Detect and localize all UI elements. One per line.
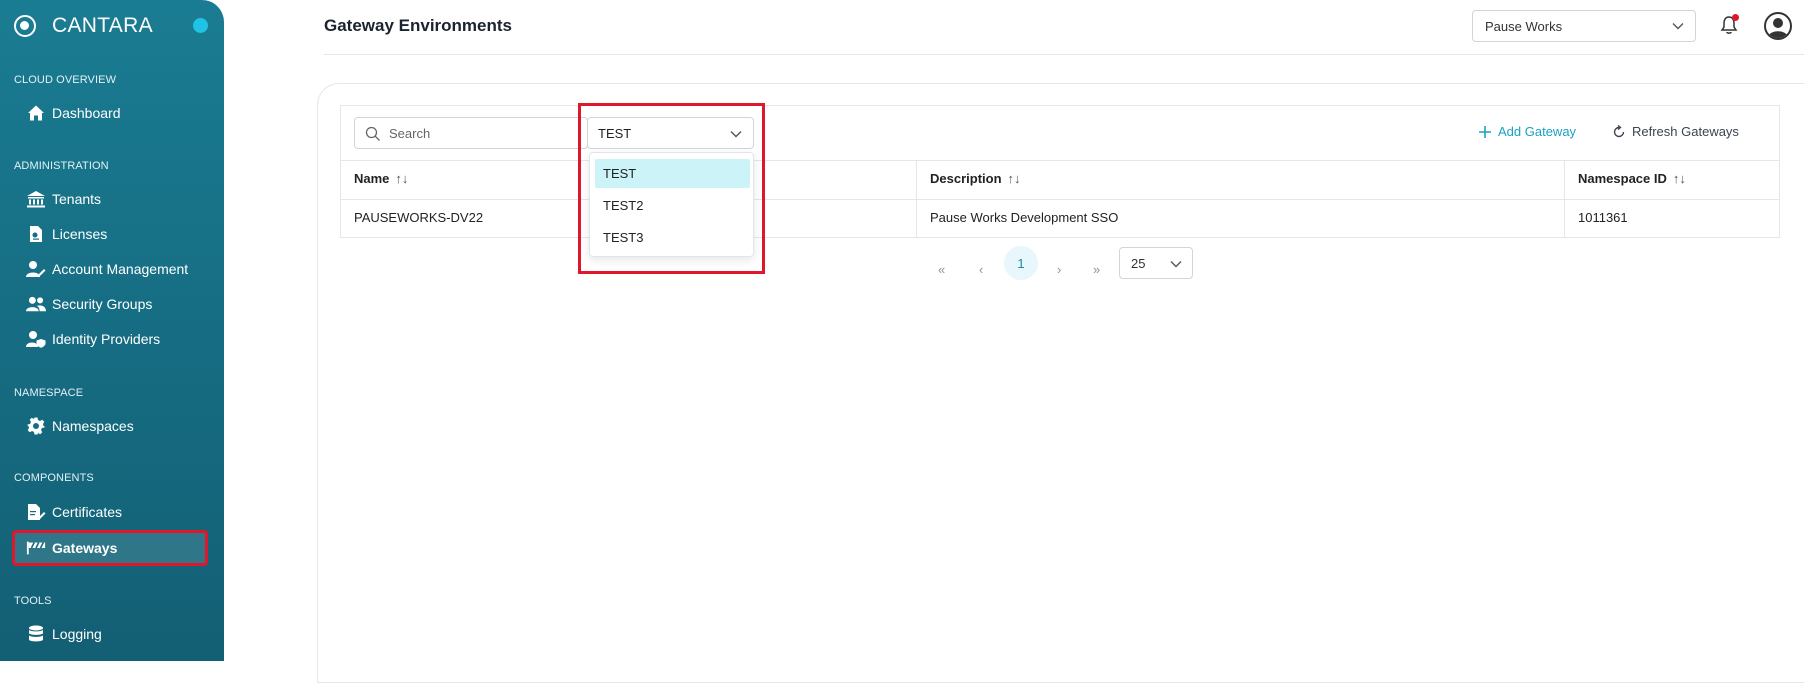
certificate-icon	[26, 502, 46, 522]
sidebar-item-label: Gateways	[52, 540, 118, 556]
sidebar-item-dashboard[interactable]: Dashboard	[14, 97, 206, 129]
last-page-button[interactable]: »	[1093, 262, 1100, 277]
sidebar-item-account-management[interactable]: Account Management	[14, 253, 206, 285]
section-title-tools: TOOLS	[14, 595, 52, 607]
section-title-administration: ADMINISTRATION	[14, 160, 109, 172]
column-header-name[interactable]: Name ↑↓	[354, 171, 408, 186]
home-icon	[26, 103, 46, 123]
rows-per-page-select[interactable]: 25	[1119, 247, 1193, 279]
license-icon	[26, 224, 46, 244]
brand-name: CANTARA	[52, 14, 153, 37]
sidebar-item-identity-providers[interactable]: Identity Providers	[14, 323, 206, 355]
sidebar-item-namespaces[interactable]: Namespaces	[14, 410, 206, 442]
user-shield-icon	[26, 329, 46, 349]
database-icon	[26, 624, 46, 644]
previous-page-button[interactable]: ‹	[979, 262, 983, 277]
header-row-divider	[340, 199, 1780, 200]
refresh-gateways-button[interactable]: Refresh Gateways	[1612, 124, 1739, 139]
sidebar-item-label: Licenses	[52, 226, 108, 242]
section-title-cloud-overview: CLOUD OVERVIEW	[14, 74, 117, 86]
page-title: Gateway Environments	[324, 16, 513, 35]
sidebar-item-gateways[interactable]: Gateways	[12, 530, 208, 566]
add-gateway-label: Add Gateway	[1498, 124, 1577, 139]
section-title-namespace: NAMESPACE	[14, 387, 84, 399]
brand[interactable]: CANTARA	[14, 12, 153, 40]
chevron-down-icon	[1169, 257, 1183, 274]
search-field[interactable]	[354, 117, 588, 149]
user-avatar-icon[interactable]	[1764, 12, 1792, 40]
refresh-icon	[1612, 124, 1626, 139]
notification-badge	[1732, 14, 1739, 21]
sidebar-item-label: Dashboard	[52, 105, 121, 121]
cell-description: Pause Works Development SSO	[930, 210, 1119, 225]
annotation-highlight-box	[578, 103, 765, 274]
sort-icon: ↑↓	[1672, 171, 1686, 186]
sidebar-item-label: Account Management	[52, 261, 189, 277]
organization-select-value: Pause Works	[1485, 18, 1563, 34]
search-icon	[365, 126, 381, 147]
add-gateway-button[interactable]: Add Gateway	[1478, 124, 1576, 139]
sort-icon: ↑↓	[395, 171, 409, 186]
page-number-button[interactable]: 1	[1004, 246, 1038, 280]
column-header-namespace-id[interactable]: Namespace ID ↑↓	[1578, 171, 1686, 186]
organization-select[interactable]: Pause Works	[1472, 10, 1696, 42]
sidebar-item-label: Logging	[52, 626, 102, 642]
section-title-components: COMPONENTS	[14, 472, 94, 484]
sidebar-item-licenses[interactable]: Licenses	[14, 218, 206, 250]
cell-namespace-id: 1011361	[1578, 210, 1628, 225]
gear-icon	[26, 416, 46, 436]
rows-per-page-value: 25	[1131, 255, 1146, 271]
sidebar-item-label: Namespaces	[52, 418, 134, 434]
refresh-gateways-label: Refresh Gateways	[1632, 124, 1739, 139]
sidebar-item-tenants[interactable]: Tenants	[14, 183, 206, 215]
column-header-description[interactable]: Description ↑↓	[930, 171, 1021, 186]
next-page-button[interactable]: ›	[1057, 262, 1061, 277]
sidebar-item-security-groups[interactable]: Security Groups	[14, 288, 206, 320]
header-divider	[324, 54, 1804, 55]
sidebar-item-label: Security Groups	[52, 296, 153, 312]
sidebar-item-label: Certificates	[52, 504, 123, 520]
gateway-icon	[26, 538, 46, 558]
chevron-down-icon	[1671, 19, 1685, 36]
users-icon	[26, 294, 46, 314]
status-indicator	[193, 18, 208, 33]
user-edit-icon	[26, 259, 46, 279]
sidebar-item-label: Identity Providers	[52, 331, 161, 347]
cell-name[interactable]: PAUSEWORKS-DV22	[354, 210, 483, 225]
cantara-logo-icon	[14, 15, 36, 37]
sort-icon: ↑↓	[1007, 171, 1021, 186]
first-page-button[interactable]: «	[938, 262, 945, 277]
search-input[interactable]	[389, 118, 579, 148]
bank-icon	[26, 189, 46, 209]
plus-icon	[1478, 125, 1492, 139]
sidebar-item-logging[interactable]: Logging	[14, 618, 206, 650]
sidebar: CANTARA CLOUD OVERVIEW Dashboard ADMINIS…	[0, 0, 224, 661]
sidebar-item-certificates[interactable]: Certificates	[14, 496, 206, 528]
sidebar-item-label: Tenants	[52, 191, 102, 207]
